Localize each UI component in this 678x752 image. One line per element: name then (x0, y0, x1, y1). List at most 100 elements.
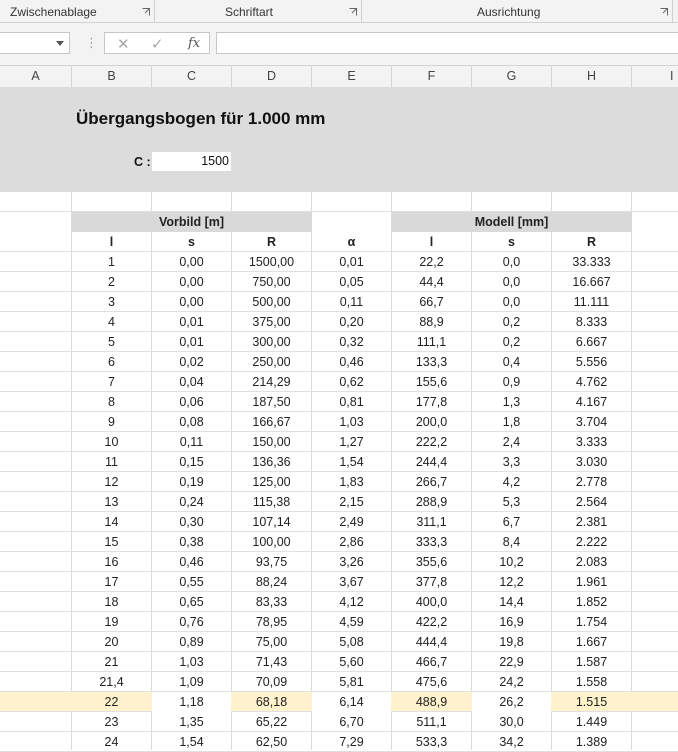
cell-vorbild-r[interactable]: 375,00 (232, 312, 311, 332)
cell-vorbild-l[interactable]: 8 (72, 392, 151, 412)
cell-modell-r[interactable]: 3.333 (552, 432, 631, 452)
cell-vorbild-r[interactable]: 500,00 (232, 292, 311, 312)
cell-modell-s[interactable]: 14,4 (472, 592, 551, 612)
cell-vorbild-s[interactable]: 0,30 (152, 512, 231, 532)
cell-vorbild-l[interactable]: 18 (72, 592, 151, 612)
cell-vorbild-s[interactable]: 0,00 (152, 292, 231, 312)
cell-alpha[interactable]: 2,49 (312, 512, 391, 532)
column-header-h[interactable]: H (552, 66, 632, 87)
cell-vorbild-r[interactable]: 214,29 (232, 372, 311, 392)
cell-vorbild-r[interactable]: 75,00 (232, 632, 311, 652)
cell-modell-s[interactable]: 0,2 (472, 312, 551, 332)
column-header-i[interactable]: I (632, 66, 678, 87)
cell-modell-s[interactable]: 0,4 (472, 352, 551, 372)
cell-vorbild-s[interactable]: 0,76 (152, 612, 231, 632)
column-header-f[interactable]: F (392, 66, 472, 87)
cell-alpha[interactable]: 0,01 (312, 252, 391, 272)
cell-alpha[interactable]: 0,11 (312, 292, 391, 312)
cell-vorbild-r[interactable]: 150,00 (232, 432, 311, 452)
cell-modell-l[interactable]: 488,9 (392, 692, 471, 712)
cell-modell-s[interactable]: 0,2 (472, 332, 551, 352)
cell-vorbild-s[interactable]: 0,46 (152, 552, 231, 572)
dialog-launcher-icon[interactable] (349, 8, 357, 16)
cell-modell-l[interactable]: 222,2 (392, 432, 471, 452)
cell-modell-s[interactable]: 4,2 (472, 472, 551, 492)
cell-alpha[interactable]: 4,59 (312, 612, 391, 632)
cell-modell-r[interactable]: 1.558 (552, 672, 631, 692)
cell-vorbild-s[interactable]: 0,06 (152, 392, 231, 412)
cell-vorbild-l[interactable]: 5 (72, 332, 151, 352)
cell-vorbild-l[interactable]: 21,4 (72, 672, 151, 692)
cell-vorbild-r[interactable]: 300,00 (232, 332, 311, 352)
cell-modell-s[interactable]: 34,2 (472, 732, 551, 752)
name-box[interactable] (0, 32, 70, 54)
cell-modell-l[interactable]: 88,9 (392, 312, 471, 332)
cell-vorbild-l[interactable]: 15 (72, 532, 151, 552)
cell-vorbild-s[interactable]: 0,19 (152, 472, 231, 492)
cell-vorbild-s[interactable]: 0,00 (152, 272, 231, 292)
cell-modell-r[interactable]: 2.778 (552, 472, 631, 492)
cell-vorbild-l[interactable]: 9 (72, 412, 151, 432)
cell-modell-r[interactable]: 3.030 (552, 452, 631, 472)
cell-vorbild-r[interactable]: 78,95 (232, 612, 311, 632)
cell-modell-s[interactable]: 19,8 (472, 632, 551, 652)
cell-modell-l[interactable]: 511,1 (392, 712, 471, 732)
cell-vorbild-l[interactable]: 22 (72, 692, 151, 712)
insert-function-icon[interactable]: fx (188, 36, 200, 51)
cell-vorbild-s[interactable]: 1,03 (152, 652, 231, 672)
cell-modell-s[interactable]: 26,2 (472, 692, 551, 712)
cell-vorbild-s[interactable]: 0,08 (152, 412, 231, 432)
cell-alpha[interactable]: 1,27 (312, 432, 391, 452)
cell-modell-l[interactable]: 244,4 (392, 452, 471, 472)
cell-vorbild-r[interactable]: 93,75 (232, 552, 311, 572)
cell-alpha[interactable]: 6,14 (312, 692, 391, 712)
cell-vorbild-s[interactable]: 0,01 (152, 332, 231, 352)
cell-vorbild-r[interactable]: 71,43 (232, 652, 311, 672)
cell-modell-s[interactable]: 10,2 (472, 552, 551, 572)
cell-modell-s[interactable]: 1,3 (472, 392, 551, 412)
cell-modell-s[interactable]: 0,9 (472, 372, 551, 392)
cell-modell-r[interactable]: 16.667 (552, 272, 631, 292)
cell-modell-s[interactable]: 12,2 (472, 572, 551, 592)
column-header-g[interactable]: G (472, 66, 552, 87)
cell-modell-l[interactable]: 444,4 (392, 632, 471, 652)
cell-alpha[interactable]: 2,15 (312, 492, 391, 512)
cell-modell-l[interactable]: 22,2 (392, 252, 471, 272)
cell-alpha[interactable]: 5,81 (312, 672, 391, 692)
cell-vorbild-r[interactable]: 65,22 (232, 712, 311, 732)
cell-vorbild-s[interactable]: 1,35 (152, 712, 231, 732)
cell-alpha[interactable]: 1,54 (312, 452, 391, 472)
cell-modell-r[interactable]: 1.449 (552, 712, 631, 732)
cell-vorbild-l[interactable]: 16 (72, 552, 151, 572)
cell-modell-r[interactable]: 1.754 (552, 612, 631, 632)
cell-vorbild-r[interactable]: 166,67 (232, 412, 311, 432)
cell-modell-l[interactable]: 177,8 (392, 392, 471, 412)
cell-modell-r[interactable]: 4.762 (552, 372, 631, 392)
cell-modell-l[interactable]: 311,1 (392, 512, 471, 532)
cell-modell-l[interactable]: 200,0 (392, 412, 471, 432)
cell-vorbild-l[interactable]: 1 (72, 252, 151, 272)
cell-vorbild-r[interactable]: 70,09 (232, 672, 311, 692)
cell-vorbild-r[interactable]: 83,33 (232, 592, 311, 612)
cell-vorbild-s[interactable]: 1,54 (152, 732, 231, 752)
cell-modell-s[interactable]: 8,4 (472, 532, 551, 552)
cell-vorbild-s[interactable]: 0,11 (152, 432, 231, 452)
cell-vorbild-s[interactable]: 0,65 (152, 592, 231, 612)
cell-vorbild-s[interactable]: 0,00 (152, 252, 231, 272)
cell-modell-s[interactable]: 6,7 (472, 512, 551, 532)
cell-alpha[interactable]: 0,46 (312, 352, 391, 372)
cell-vorbild-l[interactable]: 7 (72, 372, 151, 392)
cell-vorbild-l[interactable]: 2 (72, 272, 151, 292)
cell-modell-s[interactable]: 16,9 (472, 612, 551, 632)
cell-vorbild-l[interactable]: 10 (72, 432, 151, 452)
cell-modell-s[interactable]: 5,3 (472, 492, 551, 512)
cell-modell-l[interactable]: 422,2 (392, 612, 471, 632)
cell-modell-l[interactable]: 400,0 (392, 592, 471, 612)
cell-alpha[interactable]: 4,12 (312, 592, 391, 612)
cell-modell-l[interactable]: 44,4 (392, 272, 471, 292)
cell-modell-s[interactable]: 3,3 (472, 452, 551, 472)
cell-vorbild-l[interactable]: 6 (72, 352, 151, 372)
cell-modell-l[interactable]: 377,8 (392, 572, 471, 592)
cell-vorbild-s[interactable]: 0,38 (152, 532, 231, 552)
cancel-icon[interactable]: ✕ (117, 35, 130, 53)
